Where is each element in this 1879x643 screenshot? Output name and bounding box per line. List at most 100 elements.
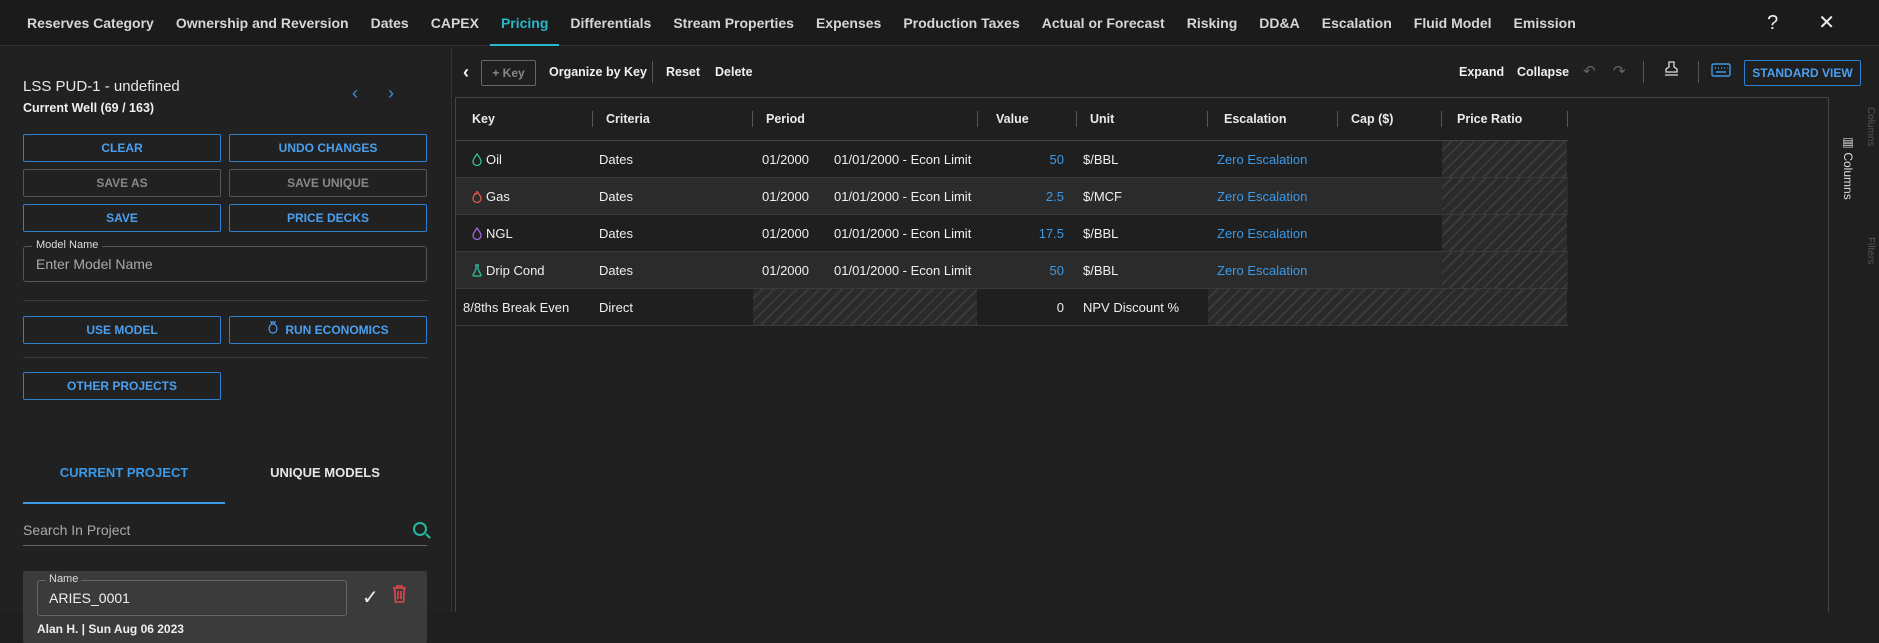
row-unit[interactable]: $/BBL — [1083, 252, 1118, 289]
row-criteria[interactable]: Dates — [599, 178, 633, 215]
row-escalation[interactable]: Zero Escalation — [1217, 252, 1307, 289]
row-value[interactable]: 0 — [1024, 289, 1064, 326]
reset-button[interactable]: Reset — [666, 47, 700, 97]
model-name-input[interactable]: Enter Model Name — [36, 256, 153, 272]
model-name-field[interactable]: Model Name Enter Model Name — [23, 239, 427, 282]
row-period-start[interactable]: 01/2000 — [762, 141, 809, 178]
row-criteria[interactable]: Dates — [599, 215, 633, 252]
save-unique-button[interactable]: SAVE UNIQUE — [229, 169, 427, 197]
tab-ownership-reversion[interactable]: Ownership and Reversion — [165, 0, 360, 46]
pricing-grid: Key Criteria Period Value Unit Escalatio… — [455, 97, 1828, 612]
row-escalation[interactable]: Zero Escalation — [1217, 141, 1307, 178]
standard-view-button[interactable]: STANDARD VIEW — [1744, 60, 1861, 86]
column-header-key[interactable]: Key — [472, 98, 495, 141]
tab-current-project[interactable]: CURRENT PROJECT — [24, 465, 224, 480]
tab-risking[interactable]: Risking — [1176, 0, 1249, 46]
column-header-escalation[interactable]: Escalation — [1224, 98, 1287, 141]
undo-changes-button[interactable]: UNDO CHANGES — [229, 134, 427, 162]
row-criteria[interactable]: Direct — [599, 289, 633, 326]
tab-capex[interactable]: CAPEX — [420, 0, 490, 46]
search-input[interactable]: Search In Project — [23, 522, 130, 538]
table-row[interactable]: 8/8ths Break Even Direct 0 NPV Discount … — [456, 289, 1568, 326]
table-row[interactable]: Drip Cond Dates 01/2000 01/01/2000 - Eco… — [456, 252, 1568, 289]
tab-fluid-model[interactable]: Fluid Model — [1403, 0, 1503, 46]
row-escalation[interactable]: Zero Escalation — [1217, 178, 1307, 215]
row-value[interactable]: 2.5 — [1024, 178, 1064, 215]
stamp-icon[interactable] — [1664, 61, 1679, 80]
ngl-drop-icon — [472, 227, 482, 240]
row-unit[interactable]: $/BBL — [1083, 141, 1118, 178]
divider — [752, 111, 753, 127]
trash-icon[interactable] — [392, 585, 407, 608]
row-criteria[interactable]: Dates — [599, 252, 633, 289]
divider — [1337, 111, 1338, 127]
delete-button[interactable]: Delete — [715, 47, 753, 97]
undo-icon[interactable]: ↶ — [1583, 62, 1596, 80]
project-search[interactable]: Search In Project — [23, 512, 427, 546]
column-header-cap[interactable]: Cap ($) — [1351, 98, 1393, 141]
run-economics-button[interactable]: RUN ECONOMICS — [229, 316, 427, 344]
add-key-button[interactable]: + Key — [481, 60, 536, 86]
row-unit[interactable]: $/BBL — [1083, 215, 1118, 252]
save-as-button[interactable]: SAVE AS — [23, 169, 221, 197]
table-row[interactable]: Oil Dates 01/2000 01/01/2000 - Econ Limi… — [456, 141, 1568, 178]
row-period-start[interactable]: 01/2000 — [762, 178, 809, 215]
chevron-left-icon[interactable]: ‹ — [463, 47, 469, 97]
collapse-button[interactable]: Collapse — [1517, 47, 1569, 97]
row-period-start[interactable]: 01/2000 — [762, 215, 809, 252]
model-card-name-field[interactable]: Name ARIES_0001 — [37, 573, 347, 616]
row-criteria[interactable]: Dates — [599, 141, 633, 178]
keyboard-icon[interactable] — [1711, 63, 1731, 81]
divider — [23, 300, 427, 301]
tab-dda[interactable]: DD&A — [1248, 0, 1310, 46]
tab-unique-models[interactable]: UNIQUE MODELS — [225, 465, 425, 480]
tab-dates[interactable]: Dates — [360, 0, 420, 46]
tab-emission[interactable]: Emission — [1503, 0, 1587, 46]
table-row[interactable]: Gas Dates 01/2000 01/01/2000 - Econ Limi… — [456, 178, 1568, 215]
column-header-unit[interactable]: Unit — [1090, 98, 1114, 141]
name-value[interactable]: ARIES_0001 — [49, 590, 130, 606]
well-name: LSS PUD-1 - undefined — [23, 78, 180, 95]
column-header-criteria[interactable]: Criteria — [606, 98, 650, 141]
divider — [652, 61, 653, 83]
column-header-price-ratio[interactable]: Price Ratio — [1457, 98, 1522, 141]
redo-icon[interactable]: ↷ — [1613, 62, 1626, 80]
tab-production-taxes[interactable]: Production Taxes — [892, 0, 1030, 46]
help-icon[interactable]: ? — [1767, 12, 1778, 34]
tab-reserves-category[interactable]: Reserves Category — [16, 0, 165, 46]
model-card[interactable]: Name ARIES_0001 ✓ Alan H. | Sun Aug 06 2… — [23, 571, 427, 643]
row-value[interactable]: 17.5 — [1024, 215, 1064, 252]
column-header-value[interactable]: Value — [996, 98, 1029, 141]
search-icon[interactable] — [413, 522, 427, 536]
columns-sidebar[interactable]: ▤ Columns — [1828, 97, 1879, 612]
tab-differentials[interactable]: Differentials — [559, 0, 662, 46]
organize-by-key-button[interactable]: Organize by Key — [549, 47, 647, 97]
use-model-button[interactable]: USE MODEL — [23, 316, 221, 344]
divider — [977, 111, 978, 127]
row-value[interactable]: 50 — [1024, 252, 1064, 289]
tab-expenses[interactable]: Expenses — [805, 0, 892, 46]
price-decks-button[interactable]: PRICE DECKS — [229, 204, 427, 232]
row-escalation[interactable]: Zero Escalation — [1217, 215, 1307, 252]
disabled-cell — [753, 289, 977, 325]
well-counter: Current Well (69 / 163) — [23, 101, 155, 115]
check-icon[interactable]: ✓ — [362, 585, 379, 610]
row-unit[interactable]: NPV Discount % — [1083, 289, 1179, 326]
chevron-right-icon[interactable]: › — [388, 83, 394, 104]
close-icon[interactable]: ✕ — [1818, 12, 1835, 34]
clear-button[interactable]: CLEAR — [23, 134, 221, 162]
tab-actual-or-forecast[interactable]: Actual or Forecast — [1031, 0, 1176, 46]
tab-pricing[interactable]: Pricing — [489, 0, 560, 46]
save-button[interactable]: SAVE — [23, 204, 221, 232]
table-row[interactable]: NGL Dates 01/2000 01/01/2000 - Econ Limi… — [456, 215, 1568, 252]
chevron-left-icon[interactable]: ‹ — [352, 83, 358, 104]
tab-stream-properties[interactable]: Stream Properties — [662, 0, 805, 46]
row-unit[interactable]: $/MCF — [1083, 178, 1122, 215]
column-header-period[interactable]: Period — [766, 98, 805, 141]
expand-button[interactable]: Expand — [1459, 47, 1504, 97]
other-projects-button[interactable]: OTHER PROJECTS — [23, 372, 221, 400]
tab-escalation[interactable]: Escalation — [1311, 0, 1403, 46]
columns-toggle[interactable]: ▤ Columns — [1841, 135, 1855, 200]
row-period-start[interactable]: 01/2000 — [762, 252, 809, 289]
row-value[interactable]: 50 — [1024, 141, 1064, 178]
